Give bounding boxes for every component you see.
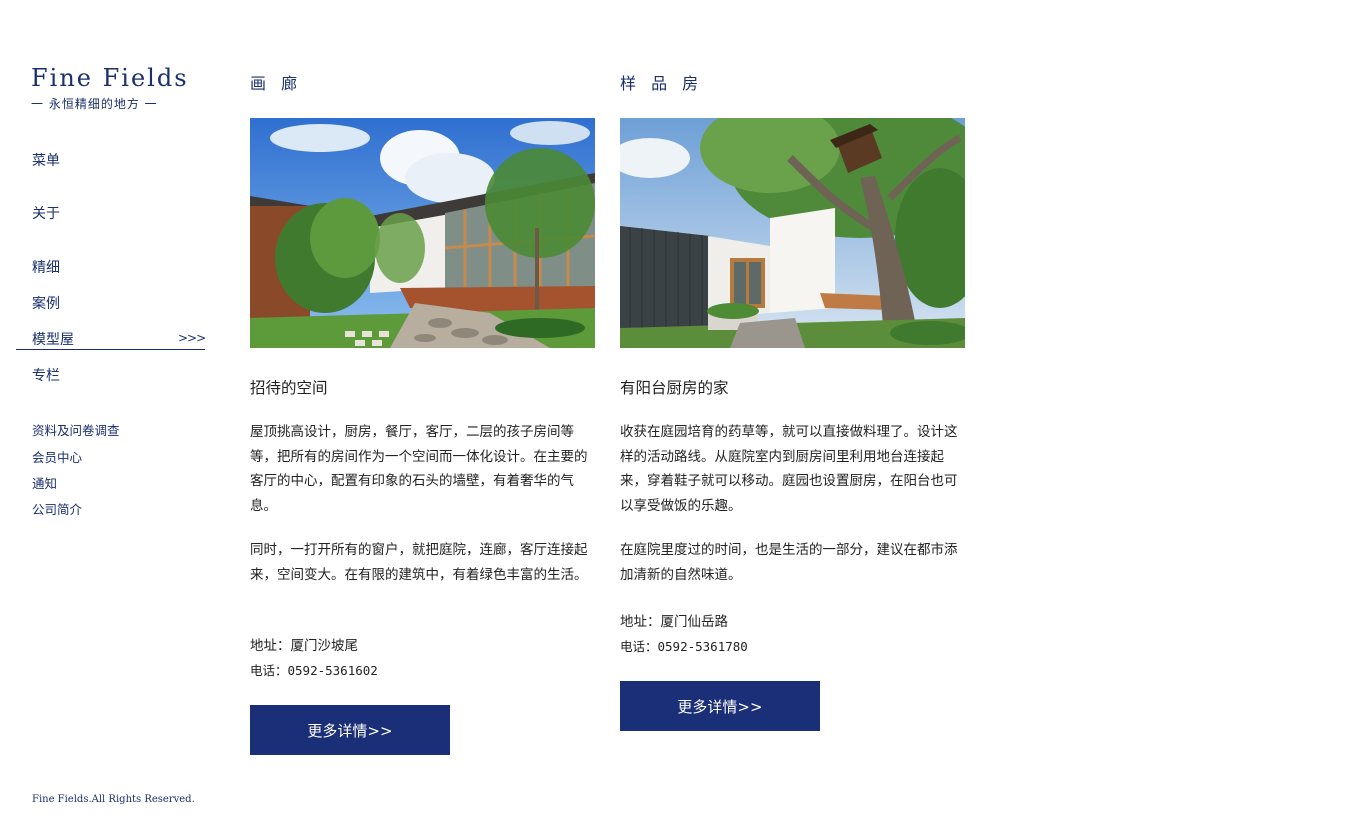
nav-cases[interactable]: 案例 [32, 293, 60, 313]
model-house-phone: 电话：0592-5361780 [620, 639, 748, 654]
brand-tagline: 一 永恒精细的地方 一 [31, 97, 158, 111]
gallery-title: 招待的空间 [250, 379, 328, 397]
gallery-more-button[interactable]: 更多详情>> [250, 705, 450, 755]
nav-active-underline [16, 349, 205, 350]
gallery-card: 画 廊 招待的空间 屋顶挑高设计，厨房，餐厅，客厅，二层的孩子房间等等，把所有的… [250, 0, 595, 820]
model-house-card: 样 品 房 有阳台厨房的家 收获在庭园培育的药草等，就可以直接做料理了。设计这样… [620, 0, 965, 820]
gallery-address: 地址：厦门沙坡尾 [250, 638, 358, 654]
model-house-description-2: 在庭院里度过的时间，也是生活的一部分，建议在都市添加清新的自然味道。 [620, 542, 958, 583]
nav-about[interactable]: 关于 [32, 203, 60, 223]
model-house-description: 收获在庭园培育的药草等，就可以直接做料理了。设计这样的活动路线。从庭院室内到厨房… [620, 424, 958, 514]
model-house-photo[interactable] [620, 118, 965, 348]
model-house-more-button[interactable]: 更多详情>> [620, 681, 820, 731]
gallery-description: 屋顶挑高设计，厨房，餐厅，客厅，二层的孩子房间等等，把所有的房间作为一个空间而一… [250, 424, 588, 514]
gallery-description-2: 同时，一打开所有的窗户，就把庭院，连廊，客厅连接起来，空间变大。在有限的建筑中，… [250, 542, 588, 583]
footer-copyright: Fine Fields.All Rights Reserved. [32, 794, 195, 805]
nav-active-arrow-icon: >>> [178, 331, 206, 345]
nav-company[interactable]: 公司简介 [32, 499, 82, 518]
nav-member[interactable]: 会员中心 [32, 447, 82, 466]
model-house-photo-image [620, 118, 965, 348]
nav-survey[interactable]: 资料及问卷调查 [32, 420, 120, 439]
gallery-heading: 画 廊 [250, 74, 303, 93]
nav-column[interactable]: 专栏 [32, 365, 60, 385]
nav-fine[interactable]: 精细 [32, 257, 60, 277]
nav-model-house[interactable]: 模型屋 [32, 329, 74, 349]
gallery-photo-image [250, 118, 595, 348]
brand-logo[interactable]: Fine Fields [31, 64, 189, 92]
gallery-phone: 电话：0592-5361602 [250, 663, 378, 678]
model-house-address: 地址：厦门仙岳路 [620, 614, 728, 630]
nav-menu[interactable]: 菜单 [32, 150, 60, 170]
nav-notice[interactable]: 通知 [32, 473, 57, 492]
model-house-heading: 样 品 房 [620, 74, 704, 93]
gallery-photo[interactable] [250, 118, 595, 348]
model-house-title: 有阳台厨房的家 [620, 379, 729, 397]
sidebar: Fine Fields 一 永恒精细的地方 一 菜单 关于 精细 案例 模型屋 … [0, 0, 220, 820]
